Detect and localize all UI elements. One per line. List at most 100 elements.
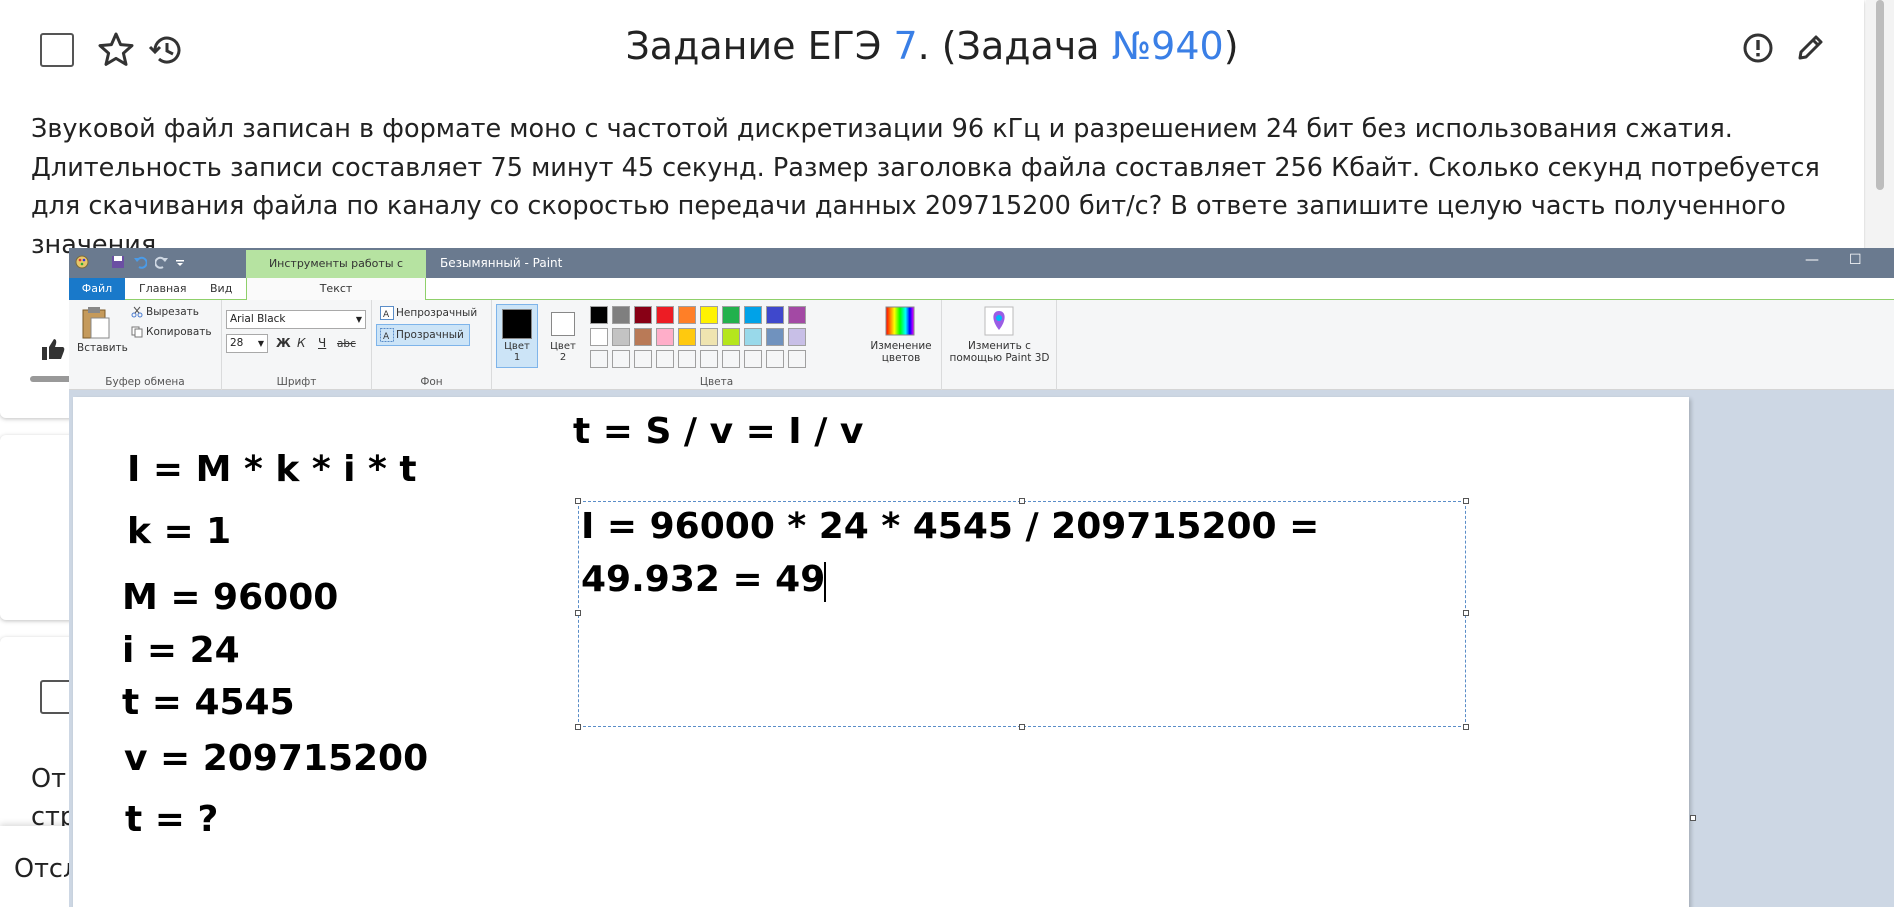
palette-color-swatch[interactable] (788, 306, 806, 324)
palette-color-swatch[interactable] (612, 306, 630, 324)
palette-empty-swatch[interactable] (590, 350, 608, 368)
paint3d-button[interactable]: Изменить с помощью Paint 3D (942, 340, 1057, 364)
palette-empty-swatch[interactable] (612, 350, 630, 368)
palette-empty-swatch[interactable] (634, 350, 652, 368)
clipboard-group-label: Буфер обмена (105, 376, 185, 388)
like-icon[interactable] (40, 336, 66, 366)
report-icon[interactable] (1740, 30, 1776, 66)
formula-t: t = S / v = I / v (573, 411, 864, 452)
paste-button[interactable]: Вставить (77, 342, 128, 354)
palette-color-swatch[interactable] (634, 328, 652, 346)
italic-button[interactable]: К (297, 336, 306, 350)
palette-color-swatch[interactable] (744, 306, 762, 324)
resize-handle[interactable] (575, 724, 581, 730)
palette-color-swatch[interactable] (634, 306, 652, 324)
palette-empty-swatch[interactable] (766, 350, 784, 368)
title-bar: Инструменты работы с текстом Безымянный … (69, 248, 1894, 298)
edit-icon[interactable] (1792, 30, 1828, 66)
font-size-select[interactable]: 28 ▼ (226, 334, 268, 353)
canvas-area[interactable]: I = M * k * i * t k = 1 M = 96000 i = 24… (69, 391, 1894, 907)
opaque-option[interactable]: Непрозрачный (396, 307, 477, 319)
problem-line: Звуковой файл записан в формате моно с ч… (31, 114, 1733, 144)
t-value: t = 4545 (122, 682, 295, 723)
font-family-value: Arial Black (230, 313, 286, 325)
background-group-label: Фон (420, 376, 443, 388)
resize-handle[interactable] (1463, 498, 1469, 504)
palette-empty-swatch[interactable] (656, 350, 674, 368)
problem-statement: Звуковой файл записан в формате моно с ч… (31, 110, 1861, 264)
title-suffix: ) (1223, 24, 1239, 68)
bold-button[interactable]: Ж (276, 336, 291, 350)
resize-handle[interactable] (1019, 724, 1025, 730)
chevron-down-icon: ▼ (257, 339, 264, 348)
palette-color-swatch[interactable] (656, 328, 674, 346)
tab-text[interactable]: Текст (246, 278, 426, 301)
palette-color-swatch[interactable] (678, 328, 696, 346)
task-id-link[interactable]: №940 (1112, 24, 1224, 68)
font-size-value: 28 (230, 337, 244, 349)
paste-icon[interactable] (81, 306, 111, 340)
tab-view[interactable]: Вид (210, 278, 232, 300)
palette-color-swatch[interactable] (700, 306, 718, 324)
font-group: Arial Black ▼ 28 ▼ Ж К Ч abc Шрифт (222, 300, 372, 390)
canvas-resize-handle[interactable] (1690, 815, 1696, 821)
palette-empty-swatch[interactable] (700, 350, 718, 368)
text-selection-box[interactable]: I = 96000 * 24 * 4545 / 209715200 = 49.9… (575, 498, 1469, 730)
palette-empty-swatch[interactable] (678, 350, 696, 368)
redo-icon[interactable] (154, 254, 169, 269)
task-number-link[interactable]: 7 (893, 24, 917, 68)
palette-empty-swatch[interactable] (788, 350, 806, 368)
paint-app-icon[interactable] (75, 254, 89, 269)
cut-button[interactable]: Вырезать (146, 306, 199, 318)
palette-empty-swatch[interactable] (744, 350, 762, 368)
maximize-icon[interactable]: ☐ (1849, 252, 1862, 268)
palette-color-swatch[interactable] (700, 328, 718, 346)
underline-button[interactable]: Ч (318, 336, 326, 350)
font-family-select[interactable]: Arial Black ▼ (226, 310, 366, 329)
edit-colors-label: Изменение (870, 340, 932, 352)
resize-handle[interactable] (575, 610, 581, 616)
copy-button[interactable]: Копировать (146, 326, 212, 338)
palette-color-swatch[interactable] (788, 328, 806, 346)
transparent-option[interactable]: Прозрачный (396, 329, 464, 341)
clipboard-group: Вставить Вырезать Копировать Буфер обмен… (69, 300, 222, 390)
paint3d-icon[interactable] (984, 306, 1014, 336)
palette-color-swatch[interactable] (744, 328, 762, 346)
palette-color-swatch[interactable] (656, 306, 674, 324)
bottom-popup[interactable]: Отсл (0, 826, 79, 907)
palette-color-swatch[interactable] (722, 328, 740, 346)
window-title: Безымянный - Paint (440, 256, 563, 270)
colors-group-label: Цвета (699, 376, 734, 388)
undo-icon[interactable] (133, 254, 148, 269)
m-value: M = 96000 (122, 577, 339, 618)
palette-color-swatch[interactable] (590, 306, 608, 324)
customize-toolbar-icon[interactable] (175, 254, 189, 268)
palette-color-swatch[interactable] (722, 306, 740, 324)
color1-button[interactable]: Цвет 1 (496, 304, 538, 368)
tab-file[interactable]: Файл (69, 278, 125, 300)
text-tools-context-tab: Инструменты работы с текстом (246, 250, 426, 298)
resize-handle[interactable] (1019, 498, 1025, 504)
resize-handle[interactable] (575, 498, 581, 504)
save-icon[interactable] (111, 254, 125, 268)
scissors-icon (131, 306, 143, 318)
strikethrough-button[interactable]: abc (337, 338, 356, 350)
resize-handle[interactable] (1463, 610, 1469, 616)
palette-color-swatch[interactable] (612, 328, 630, 346)
palette-color-swatch[interactable] (766, 306, 784, 324)
palette-color-swatch[interactable] (678, 306, 696, 324)
palette-color-swatch[interactable] (766, 328, 784, 346)
copy-icon (131, 326, 143, 338)
scrollbar-thumb[interactable] (1876, 0, 1884, 190)
minimize-icon[interactable]: — (1805, 252, 1819, 268)
edit-colors-button[interactable]: Изменение цветов (870, 340, 932, 364)
palette-empty-swatch[interactable] (722, 350, 740, 368)
tab-home[interactable]: Главная (139, 278, 187, 300)
palette-color-swatch[interactable] (590, 328, 608, 346)
drawing-canvas[interactable]: I = M * k * i * t k = 1 M = 96000 i = 24… (73, 397, 1696, 907)
color2-button[interactable]: Цвет 2 (542, 304, 584, 368)
edit-colors-icon[interactable] (885, 306, 915, 336)
resize-handle[interactable] (1463, 724, 1469, 730)
chevron-down-icon: ▼ (355, 315, 362, 324)
formula-i: I = M * k * i * t (127, 449, 417, 490)
